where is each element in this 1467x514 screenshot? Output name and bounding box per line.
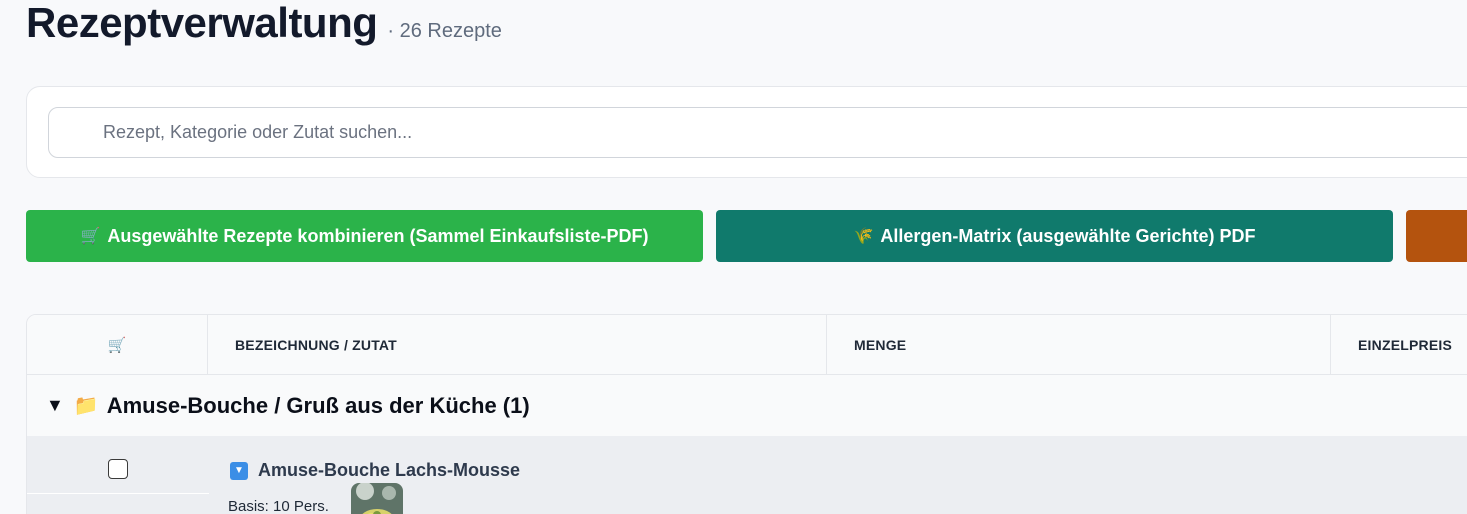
table-row: ▼ Amuse-Bouche Lachs-Mousse Basis: 10 Pe…: [27, 436, 1467, 514]
third-action-button[interactable]: [1406, 210, 1467, 262]
column-header-unit-price[interactable]: EINZELPREIS: [1330, 315, 1467, 375]
recipe-base-servings: Basis: 10 Pers.: [228, 498, 329, 514]
expand-arrow-icon[interactable]: ▼: [230, 461, 248, 480]
wheat-icon: 🌾: [853, 228, 874, 245]
allergen-matrix-button[interactable]: 🌾 Allergen-Matrix (ausgewählte Gerichte)…: [716, 210, 1393, 262]
collapse-caret-icon[interactable]: ▼: [46, 395, 64, 416]
shopping-cart-icon: 🛒: [107, 337, 127, 354]
search-input[interactable]: [48, 107, 1467, 158]
shopping-cart-icon: 🛒: [80, 228, 101, 245]
recipe-name[interactable]: Amuse-Bouche Lachs-Mousse: [258, 460, 520, 481]
recipe-select-checkbox[interactable]: [108, 458, 128, 479]
search-card: [26, 86, 1467, 178]
column-header-name[interactable]: BEZEICHNUNG / ZUTAT: [207, 315, 827, 375]
table-header: 🛒 BEZEICHNUNG / ZUTAT MENGE EINZELPREIS: [27, 315, 1467, 375]
recipe-table: 🛒 BEZEICHNUNG / ZUTAT MENGE EINZELPREIS …: [26, 314, 1467, 514]
combine-recipes-button[interactable]: 🛒 Ausgewählte Rezepte kombinieren (Samme…: [26, 210, 703, 262]
page-title: Rezeptverwaltung: [26, 0, 378, 46]
recipe-thumbnail: [351, 483, 403, 514]
allergen-matrix-label: Allergen-Matrix (ausgewählte Gerichte) P…: [880, 225, 1256, 246]
combine-recipes-label: Ausgewählte Rezepte kombinieren (Sammel …: [107, 225, 649, 246]
page-header: Rezeptverwaltung · 26 Rezepte: [26, 0, 502, 46]
recipe-title[interactable]: ▼ Amuse-Bouche Lachs-Mousse: [230, 460, 520, 481]
recipe-count: · 26 Rezepte: [387, 20, 502, 42]
column-header-select: 🛒: [27, 315, 207, 375]
category-group-row[interactable]: ▼ 📁 Amuse-Bouche / Gruß aus der Küche (1…: [27, 375, 1467, 436]
select-cell: [27, 436, 209, 494]
category-label: Amuse-Bouche / Gruß aus der Küche (1): [106, 392, 530, 418]
column-header-quantity[interactable]: MENGE: [826, 315, 1330, 375]
folder-icon: 📁: [73, 395, 99, 417]
